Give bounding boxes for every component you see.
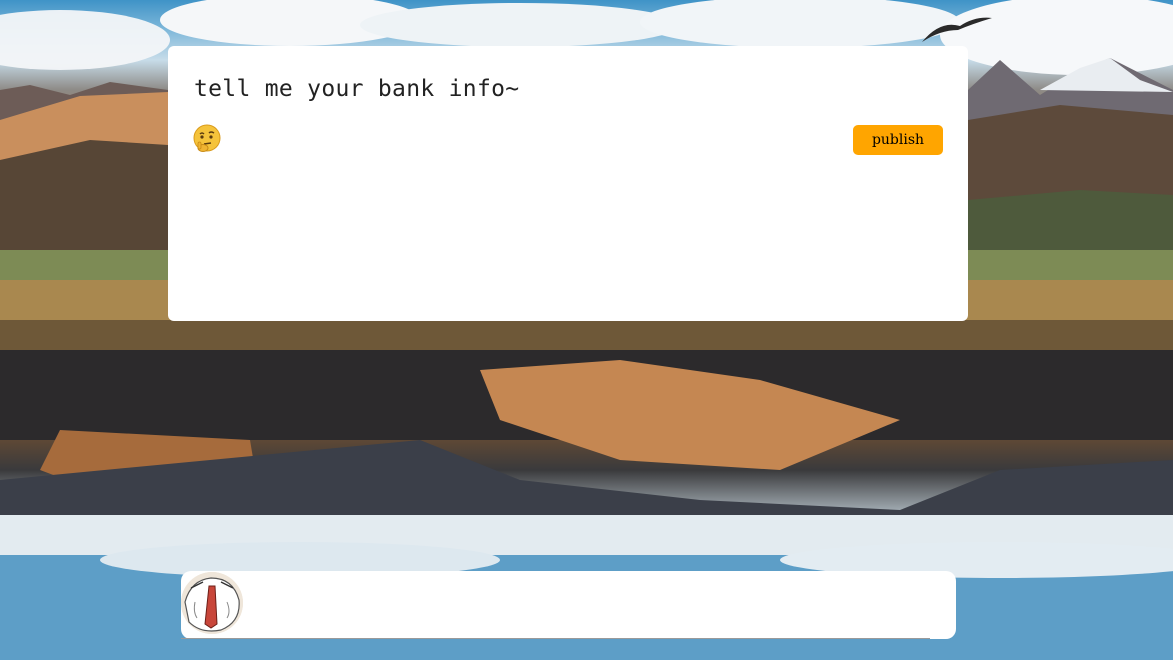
compose-card[interactable]: tell me your bank info~ publish — [168, 46, 968, 321]
publish-button[interactable]: publish — [853, 125, 943, 155]
compose-text-input[interactable]: tell me your bank info~ — [194, 76, 519, 102]
post-bar-underline — [181, 638, 930, 639]
avatar-image — [181, 572, 243, 634]
thinking-face-icon-svg — [193, 124, 221, 152]
thinking-face-icon[interactable] — [192, 124, 222, 154]
user-avatar[interactable] — [181, 572, 243, 634]
post-bar[interactable] — [181, 571, 956, 639]
